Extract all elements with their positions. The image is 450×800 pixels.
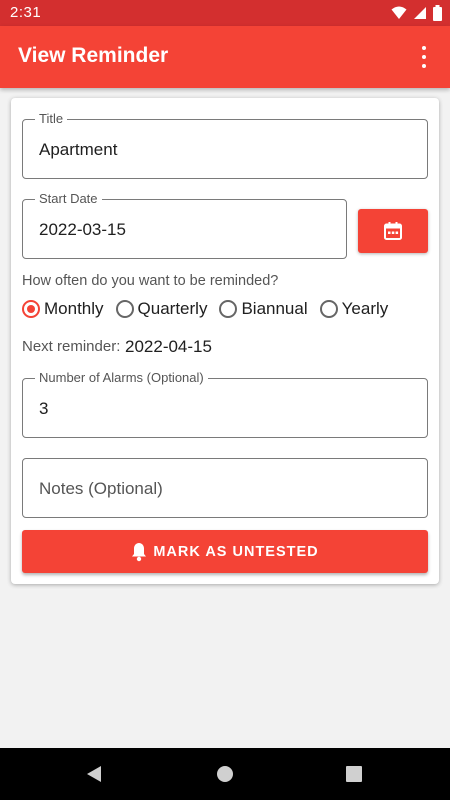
status-bar: 2:31 bbox=[0, 0, 450, 26]
page-title: View Reminder bbox=[18, 44, 169, 67]
notes-placeholder: Notes (Optional) bbox=[39, 479, 163, 498]
alarms-field-label: Number of Alarms (Optional) bbox=[35, 370, 208, 385]
app-bar: View Reminder bbox=[0, 26, 450, 88]
more-vert-icon[interactable] bbox=[414, 46, 434, 68]
title-field-label: Title bbox=[35, 111, 68, 126]
radio-yearly[interactable]: Yearly bbox=[319, 299, 389, 319]
radio-monthly-label: Monthly bbox=[44, 299, 104, 318]
start-date-value: 2022-03-15 bbox=[39, 220, 126, 239]
wifi-icon bbox=[391, 6, 407, 19]
home-icon[interactable] bbox=[216, 765, 234, 783]
radio-biannual-label: Biannual bbox=[241, 299, 308, 318]
alarms-field-value: 3 bbox=[39, 399, 49, 418]
next-reminder-value: 2022-04-15 bbox=[125, 337, 212, 356]
start-date-label: Start Date bbox=[35, 191, 102, 206]
radio-quarterly[interactable]: Quarterly bbox=[115, 299, 208, 319]
title-field-value: Apartment bbox=[39, 140, 118, 159]
radio-quarterly-circle[interactable] bbox=[115, 300, 134, 318]
status-time: 2:31 bbox=[10, 4, 42, 21]
radio-yearly-circle[interactable] bbox=[319, 300, 338, 318]
radio-biannual[interactable]: Biannual bbox=[219, 299, 308, 319]
navigation-bar bbox=[0, 748, 450, 800]
radio-yearly-label: Yearly bbox=[341, 299, 389, 318]
signal-icon bbox=[414, 7, 426, 19]
reminder-card: Title Apartment Start Date 2022-03-15 Ho… bbox=[11, 98, 439, 584]
radio-monthly[interactable]: Monthly bbox=[22, 299, 104, 319]
frequency-question: How often do you want to be reminded? bbox=[22, 273, 279, 289]
mark-button-label: MARK AS UNTESTED bbox=[153, 543, 319, 560]
frequency-radio-group: Monthly Quarterly Biannual Yearly bbox=[22, 297, 400, 321]
radio-monthly-circle[interactable] bbox=[22, 300, 40, 318]
bell-icon bbox=[132, 542, 147, 561]
alarms-field[interactable]: Number of Alarms (Optional) 3 bbox=[22, 370, 428, 438]
mark-as-untested-button[interactable]: MARK AS UNTESTED bbox=[22, 530, 428, 573]
radio-quarterly-label: Quarterly bbox=[137, 299, 208, 318]
notes-field[interactable]: Notes (Optional) bbox=[22, 458, 428, 518]
back-icon[interactable] bbox=[86, 765, 102, 783]
radio-biannual-circle[interactable] bbox=[219, 300, 238, 318]
calendar-button[interactable] bbox=[358, 209, 428, 253]
next-reminder-label: Next reminder: bbox=[22, 338, 121, 355]
title-field[interactable]: Title Apartment bbox=[22, 111, 428, 179]
status-icons bbox=[391, 5, 442, 21]
start-date-field[interactable]: Start Date 2022-03-15 bbox=[22, 191, 347, 259]
battery-icon bbox=[433, 5, 442, 21]
calendar-icon bbox=[384, 222, 402, 240]
recents-icon[interactable] bbox=[346, 766, 362, 782]
